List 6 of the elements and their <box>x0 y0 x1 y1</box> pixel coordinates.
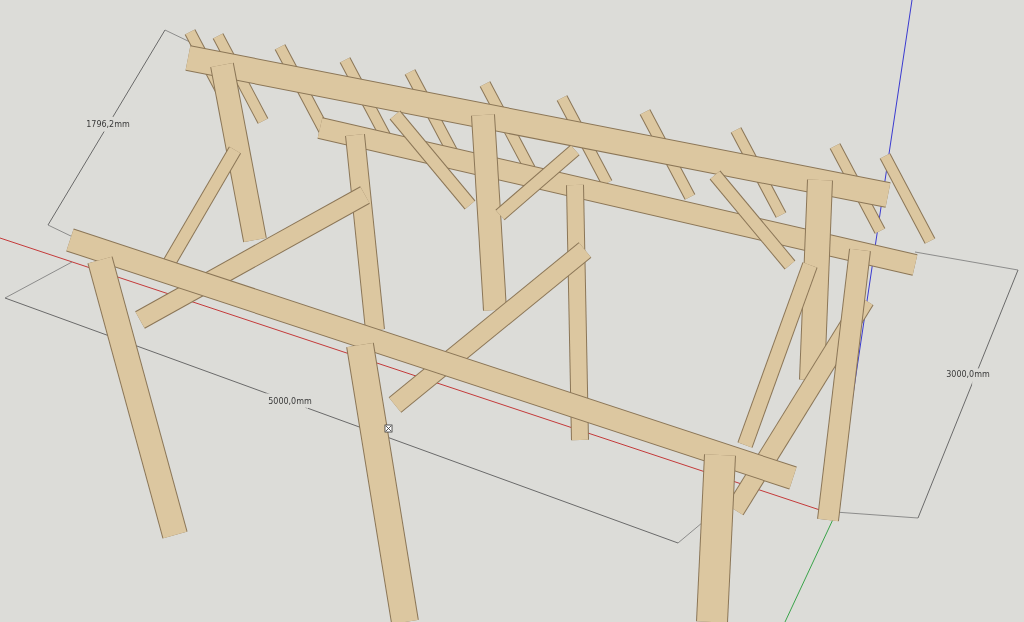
dimension-label: 3000,0mm <box>946 370 990 379</box>
dimension-label: 1796,2mm <box>86 120 130 129</box>
extension-line <box>164 29 191 43</box>
extension-line <box>4 261 73 299</box>
timber-frame-drawing[interactable] <box>66 29 936 622</box>
cursor-icon <box>384 424 393 433</box>
